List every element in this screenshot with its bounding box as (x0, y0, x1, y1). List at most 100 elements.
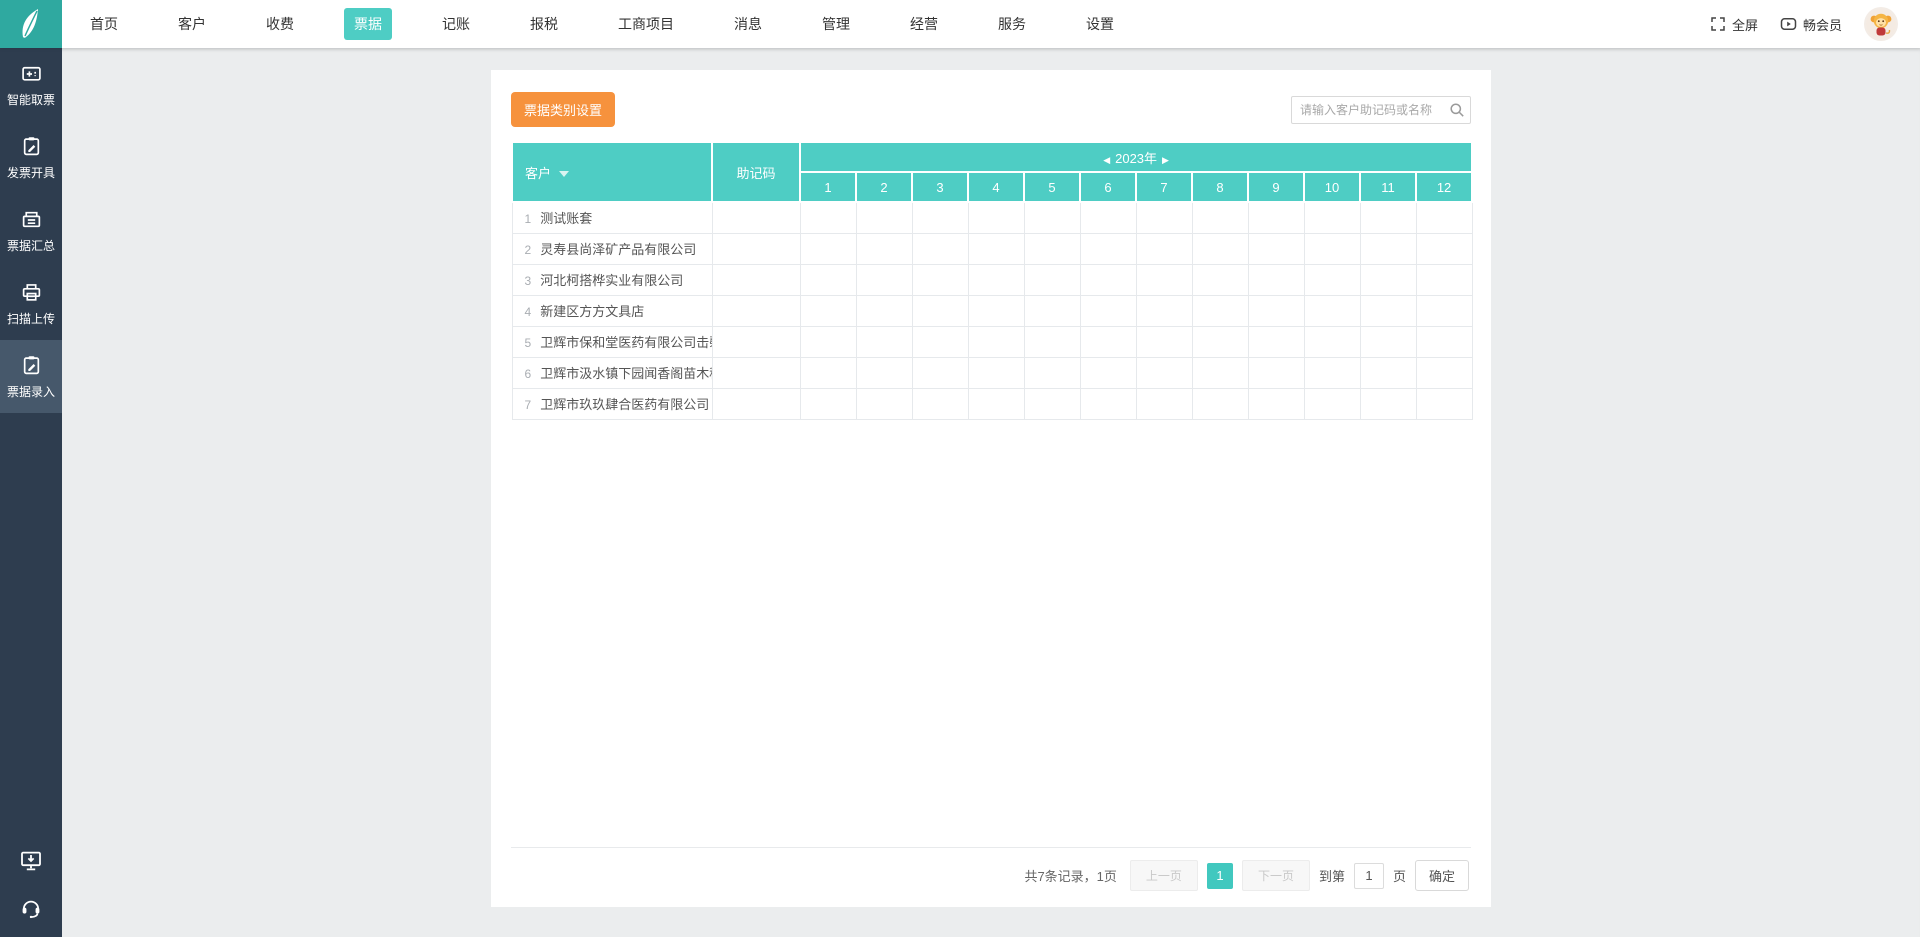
month-cell[interactable] (1192, 388, 1248, 419)
table-row[interactable]: 7卫辉市玖玖肆合医药有限公司 (512, 388, 1472, 419)
month-cell[interactable] (1360, 295, 1416, 326)
month-cell[interactable] (800, 202, 856, 233)
month-cell[interactable] (968, 388, 1024, 419)
sidebar-item-invoice-issue[interactable]: 发票开具 (0, 121, 62, 194)
month-cell[interactable] (800, 326, 856, 357)
month-cell[interactable] (1416, 233, 1472, 264)
table-row[interactable]: 2灵寿县尚泽矿产品有限公司 (512, 233, 1472, 264)
month-cell[interactable] (1024, 388, 1080, 419)
customer-cell[interactable]: 5卫辉市保和堂医药有限公司击磬... (512, 326, 712, 357)
month-cell[interactable] (1024, 202, 1080, 233)
next-page-button[interactable]: 下一页 (1242, 860, 1310, 891)
month-cell[interactable] (968, 202, 1024, 233)
month-cell[interactable] (1024, 357, 1080, 388)
page-number-input[interactable] (1354, 863, 1384, 889)
month-cell[interactable] (1192, 233, 1248, 264)
prev-page-button[interactable]: 上一页 (1130, 860, 1198, 891)
next-year-arrow[interactable]: ▶ (1157, 155, 1174, 165)
month-cell[interactable] (1248, 264, 1304, 295)
member-button[interactable]: 畅会员 (1780, 15, 1842, 34)
fullscreen-button[interactable]: 全屏 (1710, 15, 1758, 34)
month-cell[interactable] (1192, 264, 1248, 295)
month-cell[interactable] (912, 264, 968, 295)
customer-cell[interactable]: 7卫辉市玖玖肆合医药有限公司 (512, 388, 712, 419)
month-cell[interactable] (1304, 264, 1360, 295)
month-cell[interactable] (968, 326, 1024, 357)
month-cell[interactable] (1360, 233, 1416, 264)
month-cell[interactable] (912, 357, 968, 388)
month-cell[interactable] (1136, 202, 1192, 233)
month-cell[interactable] (1304, 233, 1360, 264)
month-cell[interactable] (1136, 233, 1192, 264)
month-cell[interactable] (1192, 295, 1248, 326)
month-cell[interactable] (1304, 295, 1360, 326)
month-cell[interactable] (1192, 326, 1248, 357)
customer-cell[interactable]: 6卫辉市汲水镇下园闻香阁苗木种... (512, 357, 712, 388)
nav-tab-bookkeeping[interactable]: 记账 (432, 8, 480, 40)
month-cell[interactable] (1304, 202, 1360, 233)
client-download-icon[interactable] (19, 849, 43, 873)
month-cell[interactable] (968, 357, 1024, 388)
customer-cell[interactable]: 1测试账套 (512, 202, 712, 233)
month-cell[interactable] (1192, 357, 1248, 388)
search-input[interactable] (1291, 96, 1471, 124)
customer-cell[interactable]: 2灵寿县尚泽矿产品有限公司 (512, 233, 712, 264)
nav-tab-customers[interactable]: 客户 (168, 8, 216, 40)
month-cell[interactable] (1248, 233, 1304, 264)
month-cell[interactable] (1192, 202, 1248, 233)
month-cell[interactable] (912, 202, 968, 233)
month-cell[interactable] (1136, 264, 1192, 295)
month-cell[interactable] (912, 326, 968, 357)
month-cell[interactable] (856, 357, 912, 388)
month-cell[interactable] (1024, 264, 1080, 295)
month-cell[interactable] (968, 264, 1024, 295)
sidebar-item-ticket-summary[interactable]: 票据汇总 (0, 194, 62, 267)
table-row[interactable]: 3河北柯搭桦实业有限公司 (512, 264, 1472, 295)
month-cell[interactable] (800, 388, 856, 419)
month-cell[interactable] (1304, 357, 1360, 388)
month-cell[interactable] (1080, 202, 1136, 233)
month-cell[interactable] (856, 326, 912, 357)
month-cell[interactable] (856, 388, 912, 419)
sidebar-item-smart-fetch[interactable]: 智能取票 (0, 48, 62, 121)
month-cell[interactable] (1080, 326, 1136, 357)
nav-tab-services[interactable]: 服务 (988, 8, 1036, 40)
month-cell[interactable] (1248, 326, 1304, 357)
nav-tab-home[interactable]: 首页 (80, 8, 128, 40)
month-cell[interactable] (856, 264, 912, 295)
month-cell[interactable] (1136, 357, 1192, 388)
support-headset-icon[interactable] (19, 895, 43, 919)
month-cell[interactable] (968, 295, 1024, 326)
customer-column-header[interactable]: 客户 (512, 142, 712, 202)
month-cell[interactable] (1416, 202, 1472, 233)
month-cell[interactable] (1080, 388, 1136, 419)
nav-tab-tax[interactable]: 报税 (520, 8, 568, 40)
month-cell[interactable] (1248, 295, 1304, 326)
nav-tab-messages[interactable]: 消息 (724, 8, 772, 40)
month-cell[interactable] (912, 233, 968, 264)
month-cell[interactable] (1360, 326, 1416, 357)
month-cell[interactable] (1080, 357, 1136, 388)
nav-tab-business-projects[interactable]: 工商项目 (608, 8, 684, 40)
month-cell[interactable] (1248, 202, 1304, 233)
month-cell[interactable] (1024, 326, 1080, 357)
month-cell[interactable] (800, 357, 856, 388)
month-cell[interactable] (1360, 357, 1416, 388)
table-row[interactable]: 6卫辉市汲水镇下园闻香阁苗木种... (512, 357, 1472, 388)
month-cell[interactable] (1416, 388, 1472, 419)
month-cell[interactable] (1360, 388, 1416, 419)
current-page-button[interactable]: 1 (1207, 863, 1233, 889)
ticket-category-settings-button[interactable]: 票据类别设置 (511, 92, 615, 127)
month-cell[interactable] (1136, 295, 1192, 326)
month-cell[interactable] (800, 233, 856, 264)
app-logo[interactable] (0, 0, 62, 48)
month-cell[interactable] (1136, 388, 1192, 419)
month-cell[interactable] (1024, 295, 1080, 326)
month-cell[interactable] (856, 233, 912, 264)
month-cell[interactable] (1136, 326, 1192, 357)
month-cell[interactable] (856, 202, 912, 233)
nav-tab-settings[interactable]: 设置 (1076, 8, 1124, 40)
month-cell[interactable] (912, 295, 968, 326)
month-cell[interactable] (1416, 326, 1472, 357)
month-cell[interactable] (1080, 264, 1136, 295)
